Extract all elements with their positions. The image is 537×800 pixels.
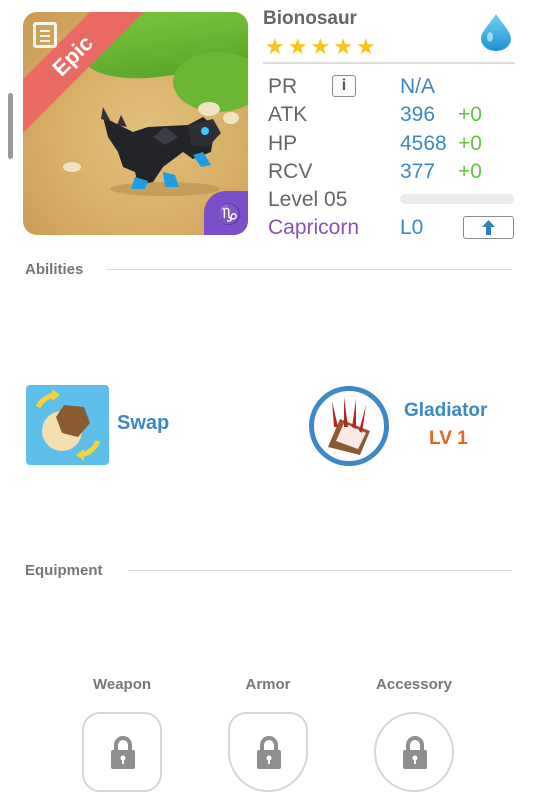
gladiator-ability-name: Gladiator: [404, 400, 488, 421]
header-divider: [263, 62, 515, 64]
capricorn-symbol-icon: ♑: [204, 191, 248, 235]
level-label: Level 05: [268, 188, 348, 211]
gladiator-ability-level: LV 1: [429, 428, 468, 449]
accessory-slot-label: Accessory: [376, 676, 452, 693]
equipment-divider: [128, 570, 512, 571]
card-list-icon[interactable]: [33, 22, 57, 48]
arrow-up-icon: [482, 220, 495, 235]
hp-value: 4568: [400, 132, 447, 155]
accessory-slot[interactable]: [374, 712, 454, 792]
zodiac-name: Capricorn: [268, 216, 360, 239]
swap-graphic: [35, 389, 101, 461]
hp-label: HP: [268, 132, 298, 155]
atk-value: 396: [400, 103, 436, 126]
rcv-value: 377: [400, 160, 436, 183]
abilities-heading: Abilities: [25, 261, 84, 278]
zodiac-upgrade-button[interactable]: [463, 216, 514, 239]
star-icon: ★: [333, 34, 353, 59]
water-drop-icon: [481, 14, 511, 51]
pr-value: N/A: [400, 75, 436, 98]
level-progress-bar: [400, 194, 514, 204]
pr-label: PR: [268, 75, 298, 98]
lock-icon: [257, 736, 281, 769]
rcv-label: RCV: [268, 160, 313, 183]
zodiac-level: L0: [400, 216, 424, 239]
scroll-indicator[interactable]: [8, 93, 13, 159]
lock-icon: [403, 736, 427, 769]
gladiator-graphic: [328, 397, 370, 455]
swap-ability-name: Swap: [117, 412, 170, 434]
star-icon: ★: [265, 34, 285, 59]
monster-name: Bionosaur: [263, 8, 357, 29]
hp-bonus: +0: [458, 132, 482, 155]
weapon-slot[interactable]: [82, 712, 162, 792]
star-icon: ★: [310, 34, 331, 59]
gladiator-claw-icon[interactable]: [309, 386, 389, 466]
weapon-slot-label: Weapon: [92, 676, 152, 693]
rcv-bonus: +0: [458, 160, 482, 183]
info-icon[interactable]: i: [332, 75, 356, 97]
star-icon: ★: [287, 34, 308, 59]
armor-slot[interactable]: [228, 712, 308, 792]
bionosaur-creature: [101, 107, 221, 196]
monster-portrait[interactable]: Epic ♑: [23, 12, 248, 235]
lock-icon: [111, 736, 135, 769]
equipment-heading: Equipment: [25, 562, 103, 579]
atk-label: ATK: [268, 103, 308, 126]
atk-bonus: +0: [458, 103, 482, 126]
swap-ability-icon[interactable]: [26, 385, 109, 465]
abilities-divider: [106, 269, 512, 270]
star-rating: ★ ★ ★ ★ ★: [265, 36, 376, 58]
star-icon: ★: [355, 34, 376, 59]
armor-slot-label: Armor: [245, 676, 291, 693]
stone: [63, 162, 81, 172]
